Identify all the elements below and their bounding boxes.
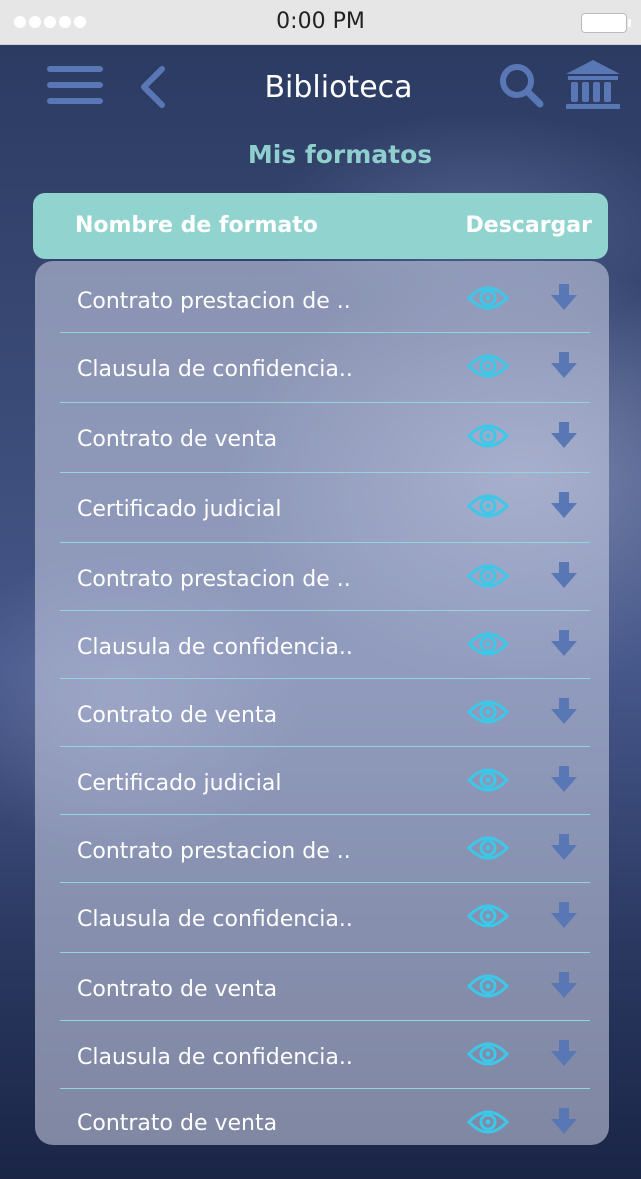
list-item[interactable]: Contrato de venta (60, 1089, 590, 1141)
format-name: Clausula de confidencia.. (77, 907, 353, 932)
download-arrow-icon[interactable] (550, 697, 578, 725)
page-title: Biblioteca (264, 70, 413, 105)
table-header: Nombre de formato Descargar (33, 193, 608, 259)
list-item[interactable]: Clausula de confidencia.. (60, 611, 590, 679)
format-name: Contrato de venta (77, 977, 278, 1002)
list-item[interactable]: Clausula de confidencia.. (60, 1021, 590, 1089)
eye-icon[interactable] (466, 561, 510, 591)
download-arrow-icon[interactable] (550, 491, 578, 519)
eye-icon[interactable] (466, 351, 510, 381)
eye-icon[interactable] (466, 765, 510, 795)
formats-list: Contrato prestacion de .. Clausula de con… (35, 261, 609, 1145)
download-arrow-icon[interactable] (550, 561, 578, 589)
list-item[interactable]: Contrato prestacion de .. (60, 265, 590, 333)
eye-icon[interactable] (466, 1039, 510, 1069)
status-time: 0:00 PM (276, 9, 365, 34)
list-item[interactable]: Contrato prestacion de .. (60, 815, 590, 883)
format-name: Clausula de confidencia.. (77, 357, 353, 382)
format-name: Contrato de venta (77, 1111, 278, 1136)
format-name: Contrato prestacion de .. (77, 567, 351, 592)
eye-icon[interactable] (466, 491, 510, 521)
download-arrow-icon[interactable] (550, 1107, 578, 1135)
navbar: Biblioteca (0, 44, 641, 134)
eye-icon[interactable] (466, 283, 510, 313)
search-icon[interactable] (498, 62, 544, 108)
format-name: Contrato prestacion de .. (77, 289, 351, 314)
download-arrow-icon[interactable] (550, 351, 578, 379)
column-header-download: Descargar (465, 213, 592, 238)
download-arrow-icon[interactable] (550, 283, 578, 311)
download-arrow-icon[interactable] (550, 765, 578, 793)
format-name: Clausula de confidencia.. (77, 1045, 353, 1070)
format-name: Clausula de confidencia.. (77, 635, 353, 660)
format-name: Certificado judicial (77, 771, 282, 796)
list-item[interactable]: Certificado judicial (60, 747, 590, 815)
bank-icon[interactable] (564, 58, 622, 110)
download-arrow-icon[interactable] (550, 971, 578, 999)
download-arrow-icon[interactable] (550, 1039, 578, 1067)
eye-icon[interactable] (466, 1107, 510, 1137)
download-arrow-icon[interactable] (550, 629, 578, 657)
eye-icon[interactable] (466, 971, 510, 1001)
battery-icon (581, 13, 631, 33)
format-name: Contrato de venta (77, 703, 278, 728)
list-item[interactable]: Contrato de venta (60, 403, 590, 473)
download-arrow-icon[interactable] (550, 421, 578, 449)
list-item[interactable]: Contrato prestacion de .. (60, 543, 590, 611)
eye-icon[interactable] (466, 901, 510, 931)
format-name: Certificado judicial (77, 497, 282, 522)
section-subtitle: Mis formatos (247, 140, 433, 169)
eye-icon[interactable] (466, 629, 510, 659)
eye-icon[interactable] (466, 421, 510, 451)
format-name: Contrato prestacion de .. (77, 839, 351, 864)
list-item[interactable]: Contrato de venta (60, 679, 590, 747)
list-item[interactable]: Contrato de venta (60, 953, 590, 1021)
list-item[interactable]: Certificado judicial (60, 473, 590, 543)
list-item[interactable]: Clausula de confidencia.. (60, 883, 590, 953)
column-header-name: Nombre de formato (75, 213, 318, 238)
download-arrow-icon[interactable] (550, 833, 578, 861)
eye-icon[interactable] (466, 833, 510, 863)
download-arrow-icon[interactable] (550, 901, 578, 929)
list-item[interactable]: Clausula de confidencia.. (60, 333, 590, 403)
format-name: Contrato de venta (77, 427, 278, 452)
status-bar: 0:00 PM (0, 0, 641, 45)
eye-icon[interactable] (466, 697, 510, 727)
